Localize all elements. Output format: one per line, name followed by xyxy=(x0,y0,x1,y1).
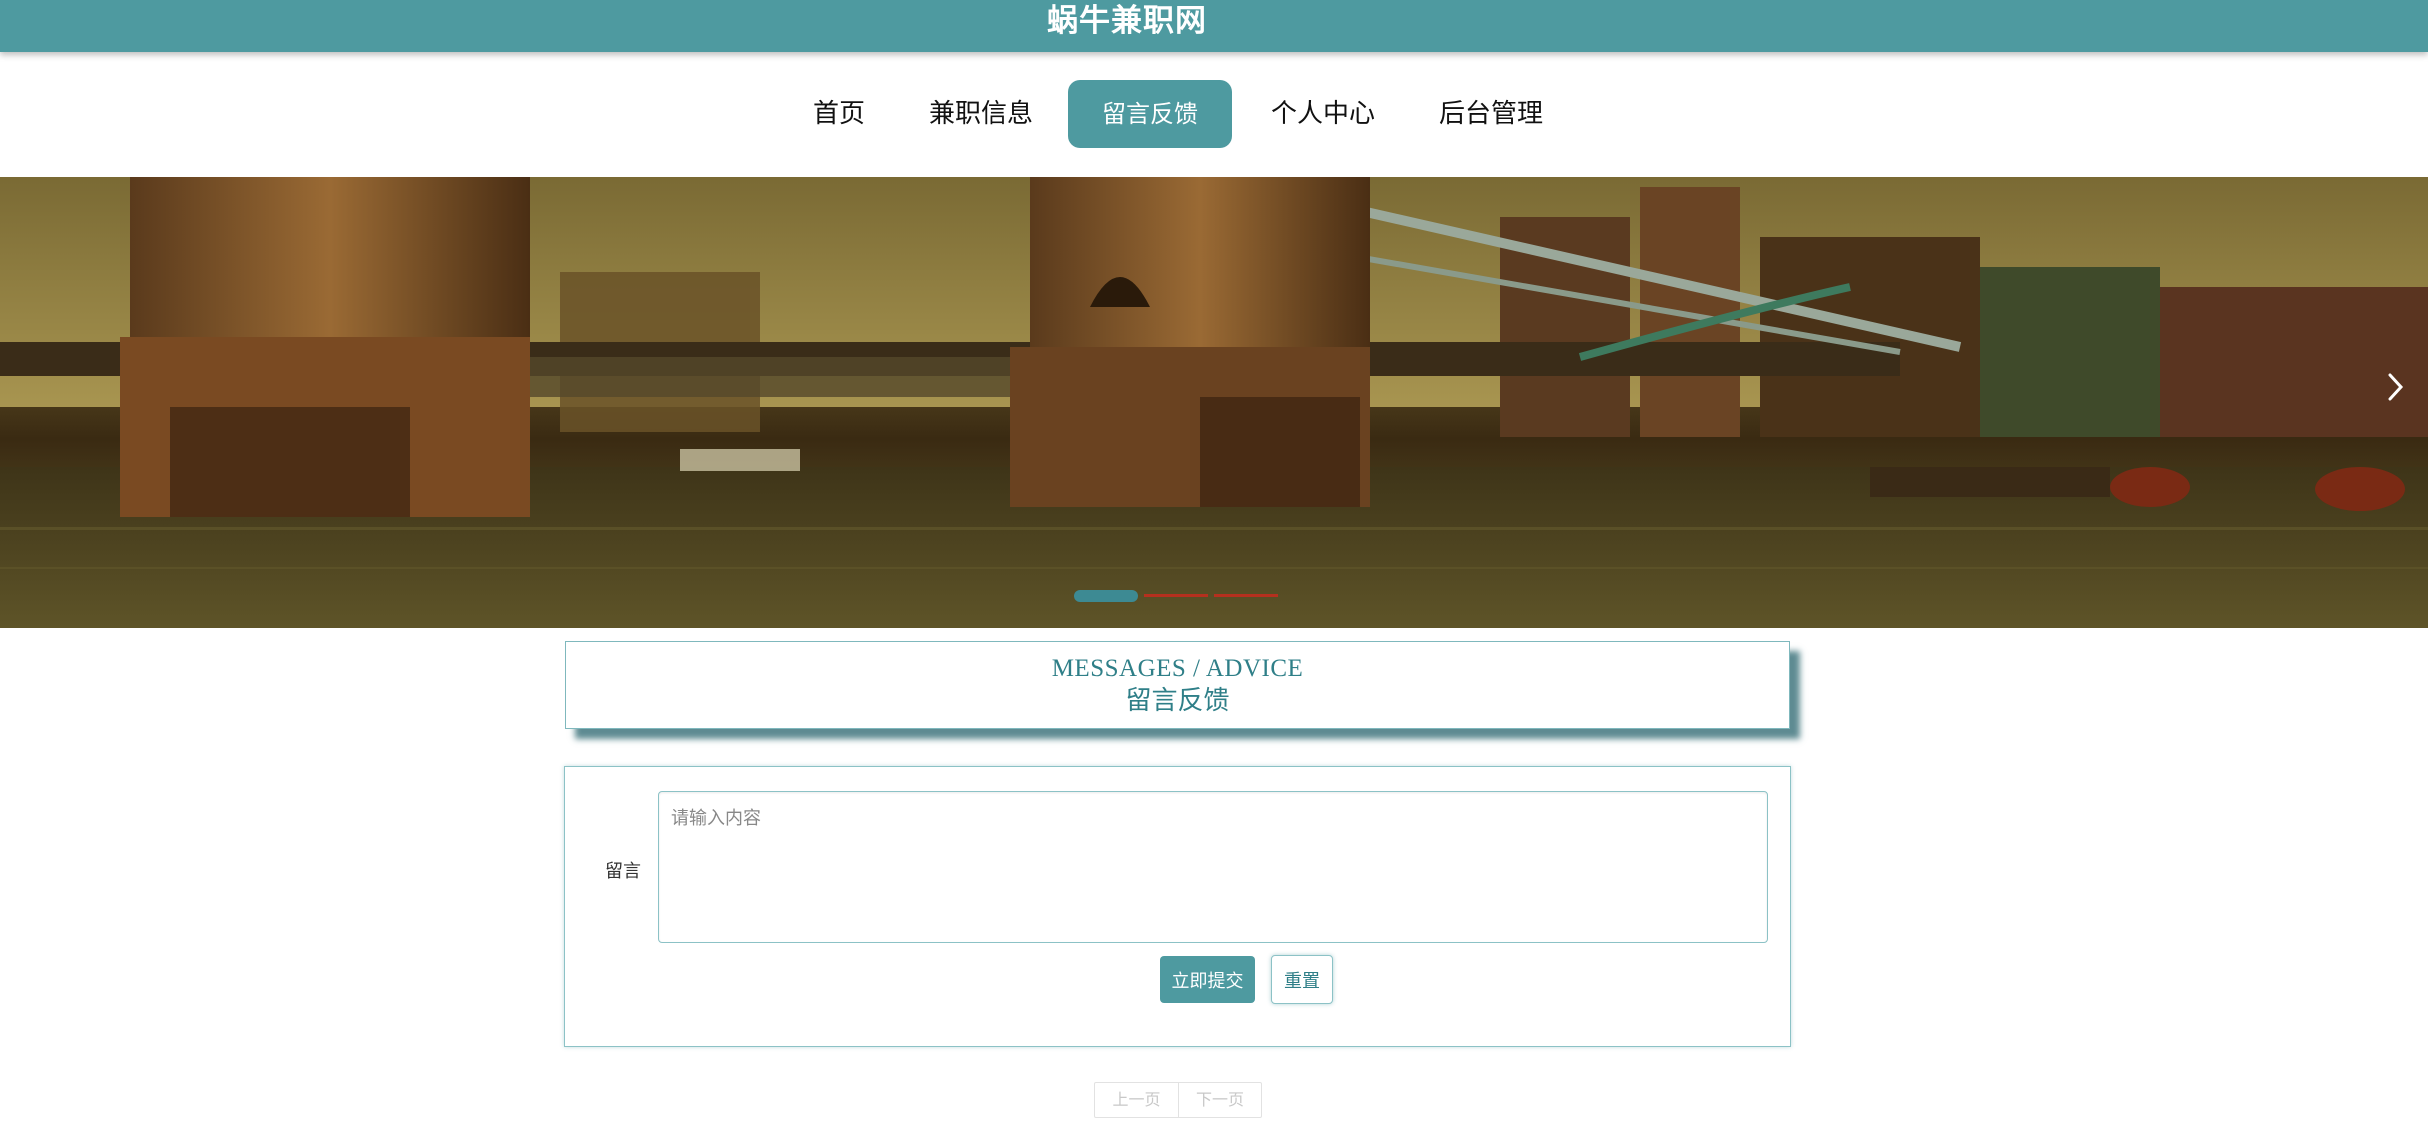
section-title-en: MESSAGES / ADVICE xyxy=(1051,655,1304,682)
site-title: 蜗牛兼职网 xyxy=(1047,3,1207,39)
pagination: 上一页 下一页 xyxy=(1094,1082,1262,1118)
nav-item-profile[interactable]: 个人中心 xyxy=(1262,80,1384,148)
prev-page-button[interactable]: 上一页 xyxy=(1095,1083,1178,1117)
banner-image xyxy=(0,177,2428,628)
nav-item-home[interactable]: 首页 xyxy=(797,80,881,148)
banner-carousel[interactable] xyxy=(0,177,2428,628)
section-title-cn: 留言反馈 xyxy=(1125,686,1230,715)
chevron-right-icon xyxy=(2388,373,2404,401)
message-input[interactable] xyxy=(658,791,1768,943)
nav-item-feedback[interactable]: 留言反馈 xyxy=(1068,80,1232,148)
next-page-button[interactable]: 下一页 xyxy=(1178,1083,1261,1117)
reset-button[interactable]: 重置 xyxy=(1271,955,1333,1004)
carousel-next-button[interactable] xyxy=(2376,357,2416,417)
nav-item-jobs[interactable]: 兼职信息 xyxy=(920,80,1042,148)
feedback-form: 留言 立即提交 重置 xyxy=(564,766,1791,1047)
submit-button[interactable]: 立即提交 xyxy=(1160,956,1255,1003)
carousel-indicator[interactable] xyxy=(1074,590,1138,602)
top-bar: 蜗牛兼职网 xyxy=(0,0,2428,52)
carousel-indicator[interactable] xyxy=(1144,594,1208,597)
message-label: 留言 xyxy=(605,861,641,882)
carousel-indicator[interactable] xyxy=(1214,594,1278,597)
nav-item-admin[interactable]: 后台管理 xyxy=(1430,80,1552,148)
section-heading: MESSAGES / ADVICE 留言反馈 xyxy=(565,641,1790,729)
main-nav: 首页 兼职信息 留言反馈 个人中心 后台管理 xyxy=(0,80,2428,148)
